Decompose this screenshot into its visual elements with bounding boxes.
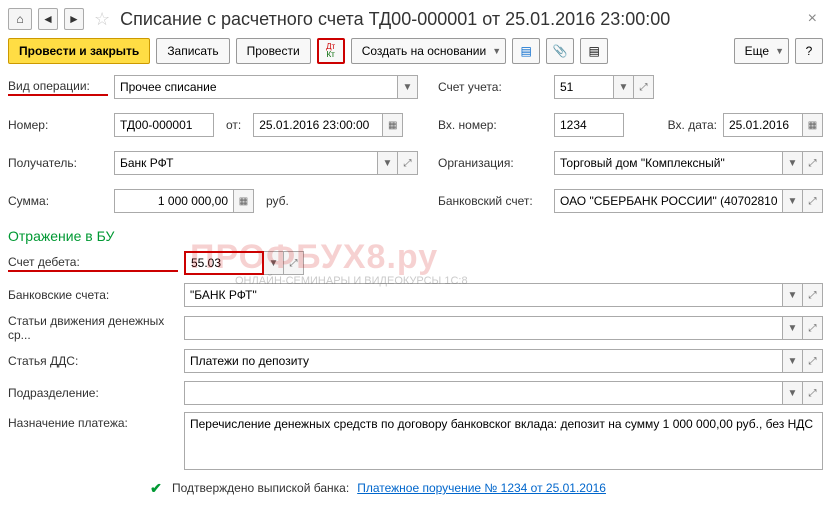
calendar-button[interactable]: ▦ [803, 113, 823, 137]
open-button[interactable]: ⤢ [803, 189, 823, 213]
number-input[interactable] [114, 113, 214, 137]
dept-label: Подразделение: [8, 386, 178, 400]
save-button[interactable]: Записать [156, 38, 229, 64]
dropdown-button[interactable]: ▼ [264, 251, 284, 275]
calendar-button[interactable]: ▦ [383, 113, 403, 137]
cash-flow-input[interactable] [184, 316, 783, 340]
dept-input[interactable] [184, 381, 783, 405]
list-button[interactable]: ▤ [580, 38, 608, 64]
dt-kt-button[interactable]: ДтКт [317, 38, 345, 64]
open-button[interactable]: ⤢ [803, 349, 823, 373]
purpose-label: Назначение платежа: [8, 412, 178, 430]
payment-order-link[interactable]: Платежное поручение № 1234 от 25.01.2016 [357, 481, 606, 495]
back-icon: ◄ [42, 12, 54, 26]
dropdown-button[interactable]: ▼ [783, 283, 803, 307]
home-icon: ⌂ [16, 12, 23, 26]
create-based-label: Создать на основании [362, 44, 487, 58]
confirmed-label: Подтверждено выпиской банка: [172, 481, 349, 495]
in-number-input[interactable] [554, 113, 624, 137]
open-button[interactable]: ⤢ [803, 283, 823, 307]
open-button[interactable]: ⤢ [284, 251, 304, 275]
chevron-down-icon: ▼ [775, 46, 784, 56]
calc-button[interactable]: ▦ [234, 189, 254, 213]
bank-accounts-input[interactable] [184, 283, 783, 307]
list-icon: ▤ [588, 44, 599, 58]
dropdown-button[interactable]: ▼ [783, 151, 803, 175]
number-label: Номер: [8, 118, 108, 132]
in-number-label: Вх. номер: [438, 118, 548, 132]
in-date-label: Вх. дата: [668, 118, 717, 132]
check-icon[interactable]: ✔ [148, 480, 164, 496]
in-date-input[interactable] [723, 113, 803, 137]
open-button[interactable]: ⤢ [634, 75, 654, 99]
forward-button[interactable]: ► [64, 8, 84, 30]
create-based-button[interactable]: Создать на основании ▼ [351, 38, 506, 64]
close-button[interactable]: × [802, 10, 823, 28]
home-button[interactable]: ⌂ [8, 8, 32, 30]
open-button[interactable]: ⤢ [803, 316, 823, 340]
more-label: Еще [745, 44, 769, 58]
chevron-down-icon: ▼ [492, 46, 501, 56]
bu-section-header: Отражение в БУ [8, 228, 823, 244]
dds-label: Статья ДДС: [8, 354, 178, 368]
report-icon: ▤ [520, 44, 531, 58]
op-type-input[interactable] [114, 75, 398, 99]
currency-label: руб. [266, 194, 289, 208]
open-button[interactable]: ⤢ [803, 381, 823, 405]
post-button[interactable]: Провести [236, 38, 311, 64]
open-button[interactable]: ⤢ [803, 151, 823, 175]
account-label: Счет учета: [438, 80, 548, 94]
payee-label: Получатель: [8, 156, 108, 170]
attach-button[interactable]: 📎 [546, 38, 574, 64]
bank-acc-input[interactable] [554, 189, 783, 213]
debit-input[interactable] [184, 251, 264, 275]
help-button[interactable]: ? [795, 38, 823, 64]
org-input[interactable] [554, 151, 783, 175]
date-input[interactable] [253, 113, 383, 137]
dt-kt-icon: ДтКт [326, 43, 335, 59]
sum-label: Сумма: [8, 194, 108, 208]
account-input[interactable] [554, 75, 614, 99]
header-bar: ⌂ ◄ ► ☆ Списание с расчетного счета ТД00… [8, 8, 823, 30]
dropdown-button[interactable]: ▼ [783, 349, 803, 373]
sum-input[interactable] [114, 189, 234, 213]
paperclip-icon: 📎 [553, 44, 568, 58]
dropdown-button[interactable]: ▼ [783, 381, 803, 405]
dropdown-button[interactable]: ▼ [783, 189, 803, 213]
op-type-label: Вид операции: [8, 79, 108, 96]
dropdown-button[interactable]: ▼ [614, 75, 634, 99]
back-button[interactable]: ◄ [38, 8, 58, 30]
post-and-close-button[interactable]: Провести и закрыть [8, 38, 150, 64]
bank-acc-label: Банковский счет: [438, 194, 548, 208]
purpose-textarea[interactable] [184, 412, 823, 470]
dropdown-button[interactable]: ▼ [378, 151, 398, 175]
toolbar: Провести и закрыть Записать Провести ДтК… [8, 38, 823, 64]
open-button[interactable]: ⤢ [398, 151, 418, 175]
favorite-star-icon[interactable]: ☆ [94, 9, 110, 30]
page-title: Списание с расчетного счета ТД00-000001 … [120, 9, 796, 30]
help-icon: ? [806, 44, 813, 58]
dds-input[interactable] [184, 349, 783, 373]
forward-icon: ► [68, 12, 80, 26]
payee-input[interactable] [114, 151, 378, 175]
report-button[interactable]: ▤ [512, 38, 540, 64]
more-button[interactable]: Еще ▼ [734, 38, 789, 64]
bank-accounts-label: Банковские счета: [8, 288, 178, 302]
debit-label: Счет дебета: [8, 255, 178, 272]
cash-flow-label: Статьи движения денежных ср... [8, 314, 178, 342]
from-label: от: [226, 118, 241, 132]
dropdown-button[interactable]: ▼ [783, 316, 803, 340]
dropdown-button[interactable]: ▼ [398, 75, 418, 99]
org-label: Организация: [438, 156, 548, 170]
